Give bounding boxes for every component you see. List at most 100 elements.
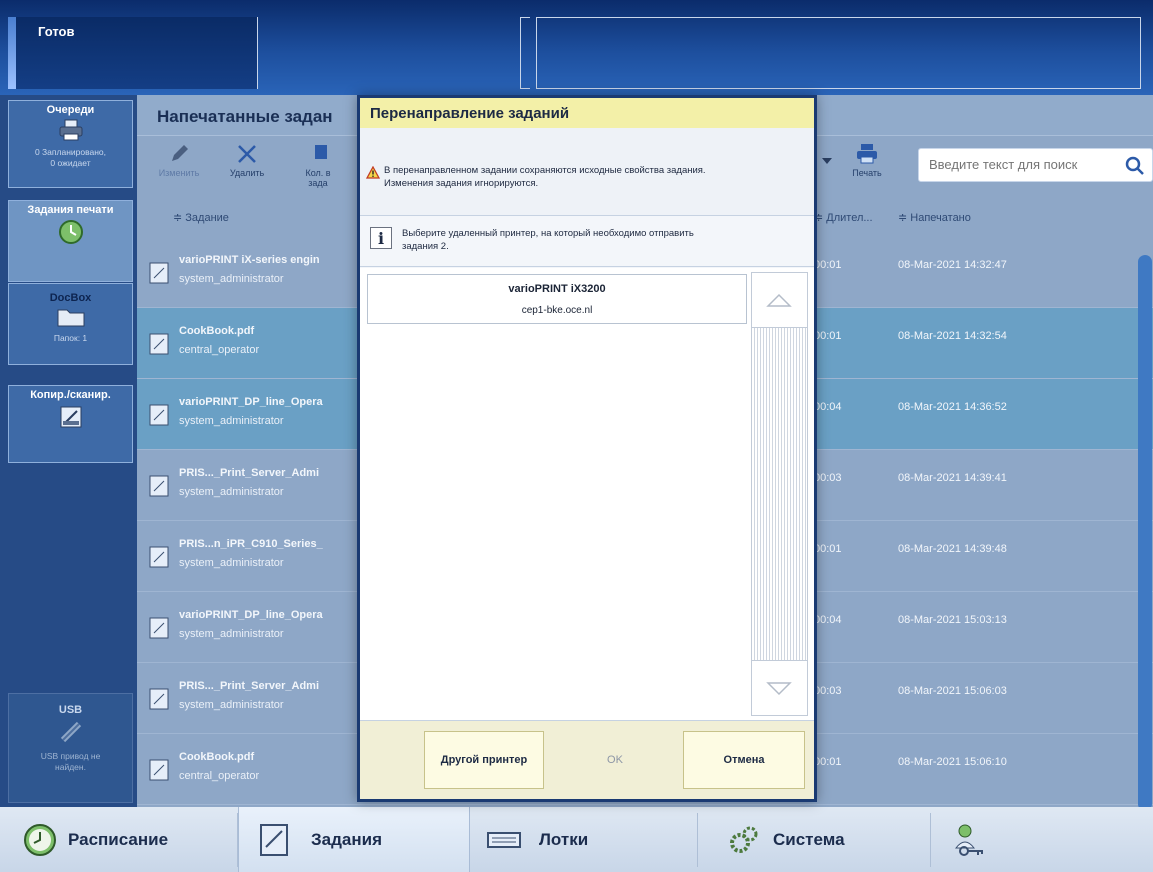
warning-text: В перенаправленном задании сохраняются и… xyxy=(384,164,706,190)
delete-button[interactable]: Удалить xyxy=(217,142,277,178)
job-printed: 08-Mar-2021 14:39:41 xyxy=(898,472,1007,484)
clock-icon xyxy=(58,220,83,244)
job-printed: 08-Mar-2021 14:36:52 xyxy=(898,401,1007,413)
info-message: i Выберите удаленный принтер, на который… xyxy=(360,217,814,267)
job-name: varioPRINT iX-series engin xyxy=(179,254,320,266)
warning-text-line2: Изменения задания игнорируются. xyxy=(384,178,539,189)
job-duration: 00:01 xyxy=(814,756,842,768)
sidebar-item-queues[interactable]: Очереди 0 Запланировано, 0 ожидает xyxy=(8,100,133,188)
job-printed: 08-Mar-2021 15:03:13 xyxy=(898,614,1007,626)
print-button-label: Печать xyxy=(852,168,882,178)
printer-list: varioPRINT iX3200 cep1-bke.oce.nl xyxy=(360,268,814,720)
column-printed[interactable]: ≑ Напечатано xyxy=(898,211,971,224)
status-text: Готов xyxy=(38,24,75,39)
sidebar-item-label: DocBox xyxy=(49,292,92,304)
info-text: Выберите удаленный принтер, на который н… xyxy=(402,227,802,253)
info-text-line1: Выберите удаленный принтер, на который н… xyxy=(402,228,694,239)
other-printer-button[interactable]: Другой принтер xyxy=(424,731,544,789)
nav-trays[interactable]: Лотки xyxy=(487,807,687,872)
usb-icon xyxy=(60,721,81,743)
nav-jobs-label: Задания xyxy=(311,829,382,849)
search-box[interactable] xyxy=(918,148,1153,182)
warning-message: В перенаправленном задании сохраняются и… xyxy=(360,128,814,216)
sidebar: Очереди 0 Запланировано, 0 ожидает Задан… xyxy=(0,95,137,807)
copies-button[interactable]: Кол. в зада xyxy=(283,142,353,188)
nav-divider xyxy=(697,813,698,867)
edit-button[interactable]: Изменить xyxy=(149,142,209,178)
sidebar-item-copy-scan[interactable]: Копир./сканир. xyxy=(8,385,133,463)
printer-status-panel[interactable]: Готов xyxy=(8,17,258,89)
sidebar-item-print-jobs[interactable]: Задания печати xyxy=(8,200,133,282)
sidebar-item-label: Очереди xyxy=(46,104,95,116)
scanner-icon xyxy=(60,406,81,428)
dialog-title-bar: Перенаправление заданий xyxy=(360,98,814,128)
bottom-nav: Расписание Задания Лотки Система xyxy=(0,807,1153,872)
nav-divider xyxy=(930,813,931,867)
job-owner: central_operator xyxy=(179,344,260,356)
document-icon xyxy=(149,475,169,497)
status-bar: Готов xyxy=(0,0,1153,95)
job-duration: 00:04 xyxy=(814,401,842,413)
search-icon[interactable] xyxy=(1124,155,1146,177)
ok-button[interactable]: OK xyxy=(575,731,655,789)
column-job[interactable]: ≑ Задание xyxy=(173,211,229,224)
chevron-up-icon xyxy=(766,293,792,307)
copies-button-label-line2: зада xyxy=(308,178,328,188)
nav-trays-label: Лотки xyxy=(539,829,589,849)
scroll-down-button[interactable] xyxy=(752,660,807,715)
document-icon xyxy=(149,404,169,426)
dialog-footer: Другой принтер OK Отмена xyxy=(360,720,814,799)
nav-schedule[interactable]: Расписание xyxy=(22,807,227,872)
cancel-button[interactable]: Отмена xyxy=(683,731,805,789)
close-icon xyxy=(238,145,256,163)
printer-list-item[interactable]: varioPRINT iX3200 cep1-bke.oce.nl xyxy=(367,274,747,324)
sidebar-item-docbox[interactable]: DocBox Папок: 1 xyxy=(8,283,133,365)
nav-jobs[interactable]: Задания xyxy=(238,807,470,872)
document-icon xyxy=(149,759,169,781)
job-owner: system_administrator xyxy=(179,628,284,640)
job-duration: 00:04 xyxy=(814,614,842,626)
scroll-up-button[interactable] xyxy=(752,273,807,328)
warning-icon xyxy=(366,166,380,179)
delete-button-label: Удалить xyxy=(229,168,265,178)
search-input[interactable] xyxy=(929,157,1119,172)
redirect-jobs-dialog: Перенаправление заданий В перенаправленн… xyxy=(357,95,817,802)
job-duration: 00:03 xyxy=(814,685,842,697)
nav-user[interactable] xyxy=(952,807,1012,872)
copies-icon xyxy=(315,145,327,159)
job-duration: 00:01 xyxy=(814,330,842,342)
info-icon: i xyxy=(370,227,392,249)
nav-divider xyxy=(237,813,238,867)
job-printed: 08-Mar-2021 14:39:48 xyxy=(898,543,1007,555)
job-name: CookBook.pdf xyxy=(179,325,255,337)
more-dropdown[interactable] xyxy=(817,156,837,168)
list-scrollbar[interactable] xyxy=(1138,255,1152,811)
job-name: varioPRINT_DP_line_Opera xyxy=(179,609,323,621)
sidebar-item-label: Копир./сканир. xyxy=(30,389,111,401)
tray-icon xyxy=(487,831,521,848)
column-duration[interactable]: ≑ Длител... xyxy=(814,211,873,224)
job-duration: 00:01 xyxy=(814,543,842,555)
copies-button-label-line1: Кол. в xyxy=(305,168,331,178)
printer-icon xyxy=(857,144,877,164)
nav-system[interactable]: Система xyxy=(727,807,917,872)
sidebar-item-usb[interactable]: USB USB привод не найден. xyxy=(8,693,133,803)
warning-text-line1: В перенаправленном задании сохраняются и… xyxy=(384,165,706,176)
message-panel xyxy=(536,17,1141,89)
user-key-icon xyxy=(954,824,983,856)
edit-button-label: Изменить xyxy=(158,168,200,178)
document-icon xyxy=(149,617,169,639)
job-printed: 08-Mar-2021 15:06:10 xyxy=(898,756,1007,768)
usb-status-line1: USB привод не xyxy=(40,751,101,761)
sidebar-item-label: USB xyxy=(58,704,83,716)
printer-icon xyxy=(59,119,82,141)
info-text-line2: задания 2. xyxy=(402,241,449,252)
pencil-icon xyxy=(172,145,188,161)
printer-list-scrollbar[interactable] xyxy=(751,272,808,716)
queues-scheduled: 0 Запланировано, xyxy=(34,147,107,157)
job-printed: 08-Mar-2021 14:32:54 xyxy=(898,330,1007,342)
document-icon xyxy=(149,546,169,568)
print-button[interactable]: Печать xyxy=(837,142,897,178)
status-indicator xyxy=(8,17,16,89)
printer-host: cep1-bke.oce.nl xyxy=(521,305,593,316)
